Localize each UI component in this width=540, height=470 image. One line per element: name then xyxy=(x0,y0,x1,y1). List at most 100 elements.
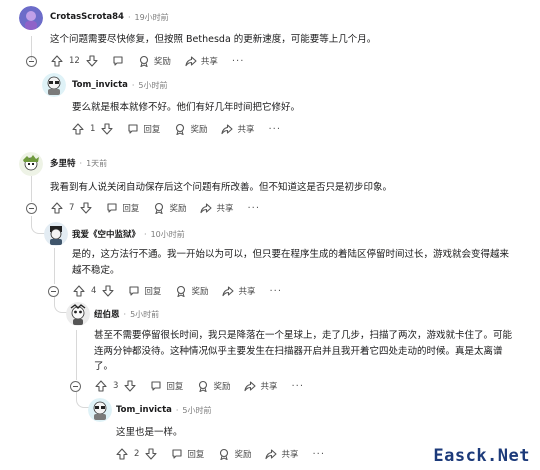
share-button[interactable]: 共享 xyxy=(221,123,254,135)
avatar[interactable] xyxy=(66,302,90,326)
vote-group: 7 xyxy=(51,202,92,214)
collapse-thread-button[interactable] xyxy=(48,285,59,297)
separator: · xyxy=(127,12,131,22)
award-button[interactable]: 奖励 xyxy=(153,202,186,214)
separator: · xyxy=(79,158,83,168)
upvote-icon[interactable] xyxy=(73,285,85,297)
comment-actions: 1 回复 奖励 共享 ··· xyxy=(72,121,281,137)
vote-group: 12 xyxy=(51,55,98,67)
comment-actions: 7 回复 奖励 共享 ··· xyxy=(26,200,260,216)
comment-body: 要么就是根本就修不好。他们有好几年时间把它修好。 xyxy=(72,102,301,113)
avatar[interactable] xyxy=(42,73,66,97)
upvote-icon[interactable] xyxy=(51,202,63,214)
share-icon xyxy=(265,449,278,460)
share-label: 共享 xyxy=(238,287,256,297)
reply-label: 回复 xyxy=(122,204,140,214)
comment-actions: 2 回复 奖励 共享 ··· xyxy=(116,446,325,462)
award-icon xyxy=(177,285,186,297)
comment-header: Tom_invicta · 5小时前 xyxy=(72,77,168,93)
upvote-icon[interactable] xyxy=(72,123,84,135)
comment-body-line: 越不稳定。 xyxy=(72,264,120,276)
timestamp[interactable]: 5小时前 xyxy=(182,405,211,416)
downvote-icon[interactable] xyxy=(86,55,98,67)
timestamp[interactable]: 5小时前 xyxy=(138,80,167,91)
author-name[interactable]: CrotasScrota84 xyxy=(50,12,124,22)
comment-icon xyxy=(107,203,117,213)
award-label: 奖励 xyxy=(153,57,171,67)
award-button[interactable]: 奖励 xyxy=(138,55,171,67)
comment-header: 多里特 · 1天前 xyxy=(50,155,107,171)
author-name[interactable]: Tom_invicta xyxy=(72,80,128,90)
share-icon xyxy=(221,124,234,135)
more-options-button[interactable]: ··· xyxy=(247,203,260,214)
share-button[interactable]: 共享 xyxy=(185,55,218,67)
reply-button[interactable]: 回复 xyxy=(127,123,160,135)
reply-button[interactable] xyxy=(112,55,124,67)
author-name[interactable]: 纽伯恩 xyxy=(94,308,120,320)
share-icon xyxy=(244,381,257,392)
award-button[interactable]: 奖励 xyxy=(175,285,208,297)
vote-group: 2 xyxy=(116,448,157,460)
share-button[interactable]: 共享 xyxy=(244,380,277,392)
separator: · xyxy=(144,229,147,239)
award-button[interactable]: 奖励 xyxy=(197,380,230,392)
more-options-button[interactable]: ··· xyxy=(291,381,304,392)
collapse-thread-button[interactable] xyxy=(26,202,37,214)
comment-actions: 12 奖励 共享 ··· xyxy=(26,53,244,69)
reply-button[interactable]: 回复 xyxy=(150,380,183,392)
collapse-thread-button[interactable] xyxy=(70,380,81,392)
comment-body: 这里也是一样。 xyxy=(116,427,183,438)
reply-label: 回复 xyxy=(143,125,161,135)
reply-button[interactable]: 回复 xyxy=(171,448,204,460)
more-options-button[interactable]: ··· xyxy=(269,286,282,297)
author-name[interactable]: 多里特 xyxy=(50,157,76,169)
downvote-icon[interactable] xyxy=(101,123,113,135)
collapse-thread-button[interactable] xyxy=(26,55,37,67)
award-icon xyxy=(220,448,229,460)
comment-body: 甚至不需要停留很长时间，我只是降落在一个星球上，走了几步，扫描了两次，游戏就卡住… xyxy=(94,328,512,375)
share-button[interactable]: 共享 xyxy=(200,202,233,214)
vote-count: 1 xyxy=(90,124,96,134)
avatar[interactable] xyxy=(88,398,112,422)
upvote-icon[interactable] xyxy=(95,380,107,392)
award-button[interactable]: 奖励 xyxy=(218,448,251,460)
more-options-button[interactable]: ··· xyxy=(232,56,245,67)
comment-header: 纽伯恩 · 5小时前 xyxy=(94,306,159,322)
upvote-icon[interactable] xyxy=(116,448,128,460)
vote-count: 4 xyxy=(91,286,97,296)
timestamp[interactable]: 19小时前 xyxy=(135,12,169,23)
reply-label: 回复 xyxy=(166,382,184,392)
author-name[interactable]: Tom_invicta xyxy=(116,405,172,415)
thread-line xyxy=(76,330,77,380)
award-label: 奖励 xyxy=(234,450,252,460)
reply-button[interactable]: 回复 xyxy=(128,285,161,297)
more-options-button[interactable]: ··· xyxy=(312,449,325,460)
avatar[interactable] xyxy=(19,152,43,176)
thread-line xyxy=(31,176,32,202)
timestamp[interactable]: 10小时前 xyxy=(151,229,185,240)
avatar[interactable] xyxy=(19,6,43,30)
comment-body: 这个问题需要尽快修复，但按照 Bethesda 的更新速度，可能要等上几个月。 xyxy=(50,34,377,45)
separator: · xyxy=(131,80,135,90)
downvote-icon[interactable] xyxy=(124,380,136,392)
award-icon xyxy=(139,55,148,67)
timestamp[interactable]: 1天前 xyxy=(86,158,107,169)
vote-group: 3 xyxy=(95,380,136,392)
downvote-icon[interactable] xyxy=(145,448,157,460)
share-icon xyxy=(185,56,197,67)
comment-body: 我看到有人说关闭自动保存后这个问题有所改善。但不知道这是否只是初步印象。 xyxy=(50,182,393,193)
author-name[interactable]: 我爱《空中监狱》 xyxy=(72,228,140,240)
share-button[interactable]: 共享 xyxy=(222,285,255,297)
upvote-icon[interactable] xyxy=(51,55,63,67)
comment-actions: 4 回复 奖励 共享 ··· xyxy=(48,283,282,299)
more-options-button[interactable]: ··· xyxy=(268,124,281,135)
timestamp[interactable]: 5小时前 xyxy=(130,309,159,320)
comment-body-line: 连两分钟都没待。这种情况似乎主要发生在扫描器开启并且我开着它四处走动的时候。真是… xyxy=(94,345,503,357)
share-button[interactable]: 共享 xyxy=(265,448,298,460)
vote-group: 1 xyxy=(72,123,113,135)
reply-button[interactable]: 回复 xyxy=(106,202,139,214)
avatar[interactable] xyxy=(44,222,68,246)
downvote-icon[interactable] xyxy=(102,285,114,297)
downvote-icon[interactable] xyxy=(80,202,92,214)
award-button[interactable]: 奖励 xyxy=(174,123,207,135)
